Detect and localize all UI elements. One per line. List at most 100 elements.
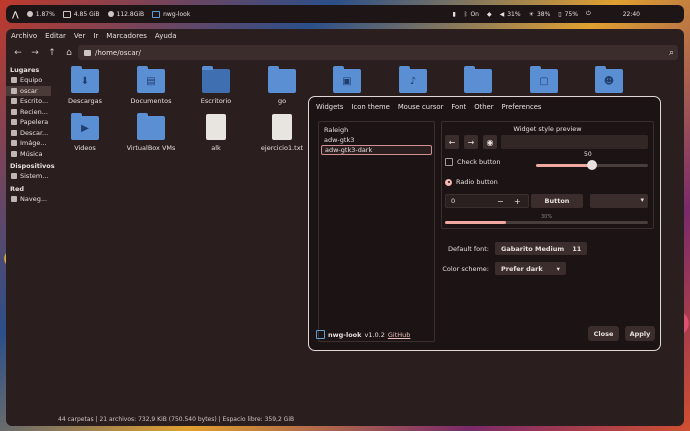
- preview-combo[interactable]: [590, 194, 648, 208]
- preview-entry[interactable]: [501, 135, 648, 149]
- file-label: alk: [211, 144, 221, 152]
- file-item[interactable]: ▢: [515, 66, 573, 97]
- download-folder-icon: ⬇: [71, 66, 99, 93]
- theme-item-raleigh[interactable]: Raleigh: [321, 125, 432, 135]
- home-icon[interactable]: ⌂: [63, 47, 75, 59]
- preview-check-button[interactable]: Check button: [445, 158, 501, 166]
- scale-handle[interactable]: [587, 160, 597, 170]
- text-file-icon: [206, 114, 226, 140]
- location-path: /home/oscar/: [95, 48, 141, 57]
- nwg-look-logo-icon: [316, 330, 325, 339]
- forward-arrow-icon[interactable]: →: [29, 47, 41, 59]
- preview-progress-bar: [445, 221, 648, 224]
- menu-ir[interactable]: Ir: [93, 32, 98, 40]
- arch-logo-icon[interactable]: ⋀: [12, 10, 19, 19]
- file-item[interactable]: ♪: [384, 66, 442, 97]
- text-file-icon: [272, 114, 292, 140]
- volume-value: 31%: [507, 10, 521, 18]
- brightness-value: 38%: [536, 10, 551, 18]
- sidebar-item-label: Sistem...: [20, 172, 49, 181]
- color-scheme-dropdown[interactable]: Prefer dark ▾: [495, 262, 566, 275]
- search-icon[interactable]: ⌕: [669, 48, 674, 58]
- plus-icon[interactable]: +: [514, 197, 521, 206]
- documents-folder-icon: ▤: [137, 66, 165, 93]
- arrow-right-icon[interactable]: →: [464, 135, 478, 149]
- templates-folder-icon: ▢: [530, 66, 558, 93]
- menu-editar[interactable]: Editar: [45, 32, 66, 40]
- default-font-button[interactable]: Gabarito Medium 11: [495, 242, 588, 255]
- apply-button[interactable]: Apply: [625, 326, 655, 341]
- github-link[interactable]: GitHub: [388, 331, 411, 339]
- cpu-icon: [26, 11, 33, 17]
- sidebar-item-equipo[interactable]: Equipo: [6, 75, 51, 86]
- tab-other[interactable]: Other: [474, 102, 493, 112]
- battery-indicator[interactable]: ▯ 75%: [558, 11, 578, 18]
- sidebar-header-places: Lugares: [10, 66, 40, 74]
- color-scheme-row: Color scheme: Prefer dark ▾: [441, 262, 566, 275]
- active-window[interactable]: nwg-look: [152, 10, 190, 18]
- file-label: Descargas: [67, 97, 102, 105]
- minus-icon[interactable]: −: [497, 197, 504, 206]
- file-item-escritorio[interactable]: Escritorio: [187, 66, 245, 105]
- cpu-indicator: 1.87%: [26, 11, 55, 18]
- color-scheme-label: Color scheme:: [442, 264, 489, 273]
- file-item-go[interactable]: go: [253, 66, 311, 105]
- sidebar-item-oscar[interactable]: oscar: [6, 85, 51, 96]
- tab-widgets[interactable]: Widgets: [316, 102, 343, 112]
- file-item[interactable]: ▣: [318, 66, 376, 97]
- location-bar[interactable]: /home/oscar/ ⌕: [78, 45, 678, 60]
- arrow-left-icon[interactable]: ←: [445, 135, 459, 149]
- notification-icon[interactable]: ▮: [453, 11, 456, 18]
- sidebar-item-navegar[interactable]: Naveg...: [6, 194, 51, 205]
- bluetooth-indicator[interactable]: ᛒ On: [464, 11, 479, 18]
- theme-item-adw-gtk3[interactable]: adw-gtk3: [321, 135, 432, 145]
- menu-marcadores[interactable]: Marcadores: [106, 32, 147, 40]
- sidebar-item-label: Naveg...: [20, 194, 48, 203]
- computer-icon: [11, 77, 17, 84]
- clock[interactable]: 22:40: [623, 11, 640, 18]
- menu-ver[interactable]: Ver: [74, 32, 85, 40]
- user-folder-icon: ☻: [595, 66, 623, 93]
- nwg-look-icon: [152, 10, 161, 18]
- tab-preferences[interactable]: Preferences: [502, 102, 542, 112]
- sidebar-item-musica[interactable]: Música: [6, 149, 51, 160]
- preview-radio-button[interactable]: Radio button: [445, 178, 498, 186]
- preview-scale[interactable]: [536, 160, 648, 170]
- close-button[interactable]: Close: [588, 326, 619, 341]
- radio-label: Radio button: [456, 178, 498, 186]
- sidebar-item-papelera[interactable]: Papelera: [6, 117, 51, 128]
- power-icon[interactable]: ⏻: [586, 10, 591, 18]
- file-item-videos[interactable]: ▶ Videos: [56, 113, 114, 152]
- sidebar-item-recientes[interactable]: Recien...: [6, 107, 51, 118]
- sidebar-item-escritorio[interactable]: Escrito...: [6, 96, 51, 107]
- back-arrow-icon[interactable]: ←: [12, 47, 24, 59]
- sidebar-item-imagenes[interactable]: Imáge...: [6, 138, 51, 149]
- file-item-documentos[interactable]: ▤ Documentos: [122, 66, 180, 105]
- sidebar-item-sistema[interactable]: Sistem...: [6, 171, 51, 182]
- theme-item-adw-gtk3-dark[interactable]: adw-gtk3-dark: [321, 145, 432, 155]
- menu-ayuda[interactable]: Ayuda: [155, 32, 177, 40]
- drive-icon: [11, 173, 17, 180]
- file-item-alk[interactable]: alk: [187, 114, 245, 152]
- menu-archivo[interactable]: Archivo: [11, 32, 37, 40]
- volume-indicator[interactable]: ◀ 31%: [500, 11, 521, 18]
- file-item-ejercicio1[interactable]: ejercicio1.txt: [253, 114, 311, 152]
- up-arrow-icon[interactable]: ↑: [46, 47, 58, 59]
- record-icon[interactable]: ◉: [483, 135, 497, 149]
- file-item-descargas[interactable]: ⬇ Descargas: [56, 66, 114, 105]
- tab-icon-theme[interactable]: Icon theme: [351, 102, 389, 112]
- tab-font[interactable]: Font: [451, 102, 466, 112]
- preview-button[interactable]: Button: [531, 194, 583, 208]
- file-item-virtualbox-vms[interactable]: VirtualBox VMs: [122, 113, 180, 152]
- file-label: VirtualBox VMs: [126, 144, 176, 152]
- tab-mouse-cursor[interactable]: Mouse cursor: [398, 102, 444, 112]
- file-item[interactable]: [449, 66, 507, 97]
- network-icon[interactable]: ◆: [487, 11, 492, 18]
- file-label: Documentos: [130, 97, 172, 105]
- brightness-indicator[interactable]: ☀ 38%: [529, 11, 551, 18]
- file-item[interactable]: ☻: [580, 66, 638, 97]
- image-icon: [11, 140, 17, 147]
- preview-spin-button[interactable]: 0 − +: [445, 194, 529, 208]
- sidebar-item-label: Música: [20, 149, 43, 158]
- sidebar-item-descargas[interactable]: Descar...: [6, 128, 51, 139]
